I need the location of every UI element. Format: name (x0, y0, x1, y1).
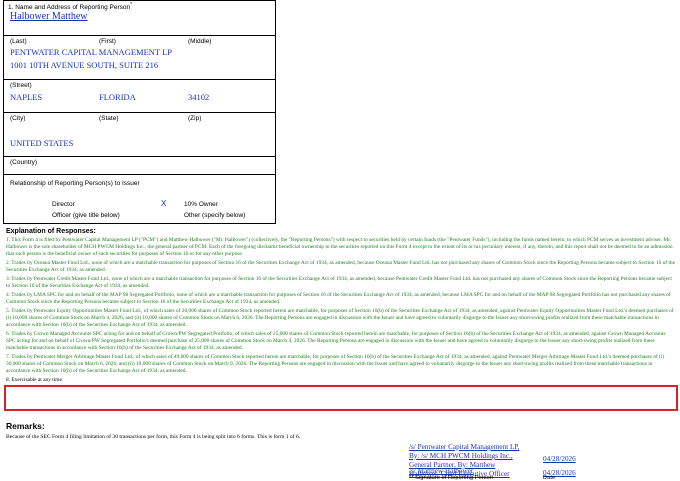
signature-line: By: /s/ MCH PWCM Holdings Inc., (409, 452, 513, 460)
street-label: (Street) (10, 82, 32, 89)
footnote-8: 8. Exercisable at any time. (6, 376, 64, 383)
company-name: PENTWATER CAPITAL MANAGEMENT LP (10, 47, 172, 57)
remarks-heading: Remarks: (6, 421, 45, 431)
reporting-person-name-link[interactable]: Halbower Matthew (10, 11, 87, 22)
country-value: UNITED STATES (10, 138, 74, 148)
divider (4, 156, 275, 157)
state-label: (State) (99, 115, 119, 122)
divider (4, 112, 275, 113)
signature-reporting-person: /s/ Matthew Halbower (409, 467, 474, 475)
footnote-7: 7. Trades by Pentwater Merger Arbitrage … (6, 353, 665, 374)
footnote-1: 1. This Form 4 is filed by Pentwater Cap… (6, 237, 673, 257)
other-label: Other (specify below) (184, 212, 246, 219)
zip-label: (Zip) (188, 115, 202, 122)
date-caption: Date (543, 475, 556, 481)
director-checked-mark: X (161, 199, 167, 208)
first-name-label: (First) (99, 38, 116, 45)
city-label: (City) (10, 115, 26, 122)
footnote-2: 2. Trades by Oceana Master Fund Ltd., no… (6, 259, 676, 273)
middle-name-label: (Middle) (188, 38, 212, 45)
footnote-3: 3. Trades by Pentwater Credit Master Fun… (6, 275, 672, 289)
relationship-title: Relationship of Reporting Person(s) to I… (10, 180, 140, 187)
divider (4, 174, 275, 175)
divider (4, 35, 275, 36)
signature-caption: ** Signature of Reporting Person (409, 475, 494, 481)
signature-line: /s/ Pentwater Capital Management LP, (409, 443, 520, 451)
city-value: NAPLES (10, 92, 43, 102)
remarks-text: Because of the SEC Form 4 filing limitat… (6, 434, 301, 440)
zip-value: 34102 (188, 92, 210, 102)
footnote-4: 4. Trades by LMA SPC for and on behalf o… (6, 291, 671, 305)
section-title: 1. Name and Address of Reporting Person* (8, 2, 133, 12)
explanation-heading: Explanation of Responses: (6, 228, 96, 235)
ten-percent-owner-label: 10% Owner (184, 201, 218, 208)
director-label: Director (52, 201, 75, 208)
country-label: (Country) (10, 159, 38, 166)
footnote-7-highlight (4, 385, 678, 411)
footnote-6: 6. Trades by Crown Managed Accounts SPC … (6, 330, 666, 351)
state-value: FLORIDA (99, 92, 136, 102)
last-name-label: (Last) (10, 38, 27, 45)
explanation-notes: 1. This Form 4 is filed by Pentwater Cap… (6, 237, 676, 386)
divider (4, 79, 275, 80)
signature-date-1: 04/28/2026 (543, 455, 576, 463)
street-address: 1001 10TH AVENUE SOUTH, SUITE 216 (10, 60, 159, 70)
officer-label: Officer (give title below) (52, 212, 120, 219)
reporting-person-section: 1. Name and Address of Reporting Person*… (3, 0, 276, 224)
footnote-5: 5. Trades by Pentwater Equity Opportunit… (6, 307, 674, 328)
